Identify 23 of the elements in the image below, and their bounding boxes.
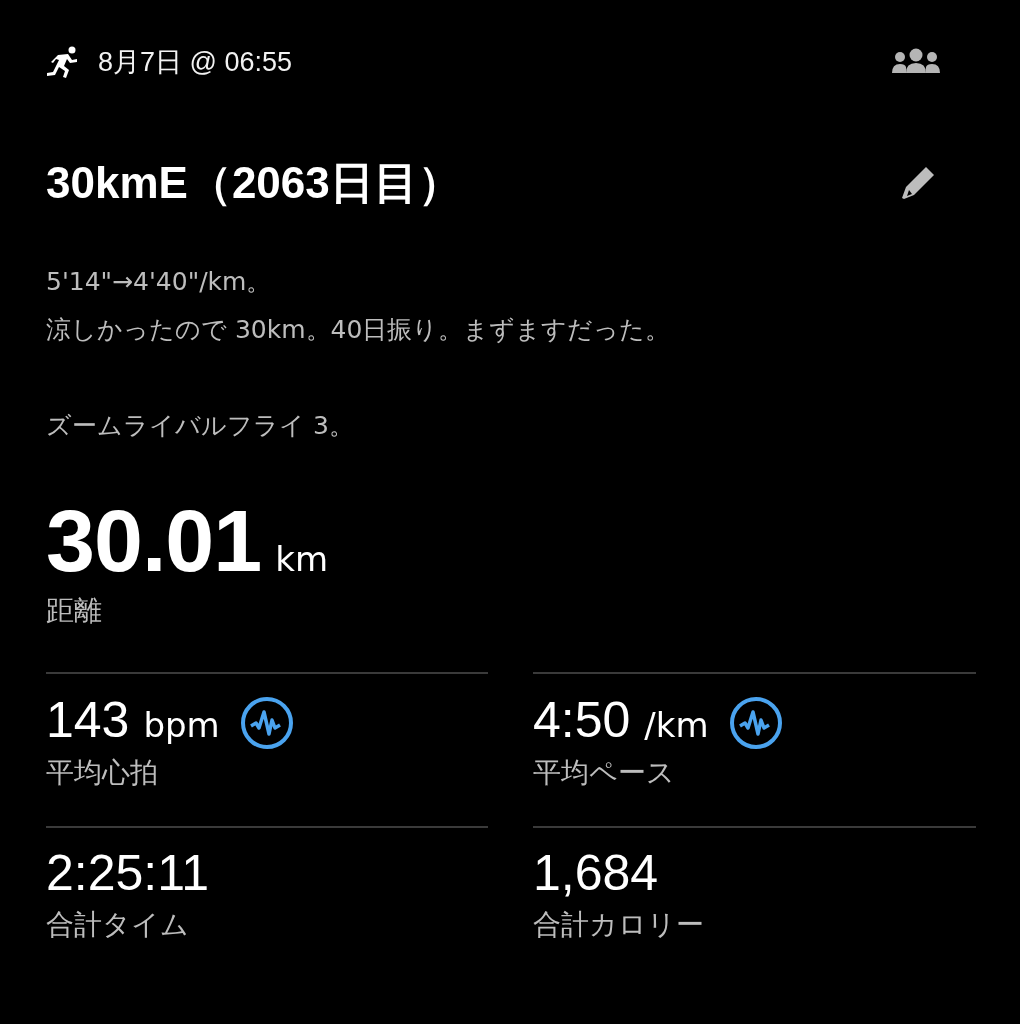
stat-label: 平均ペース [533,755,676,791]
activity-datetime: 8月7日 @ 06:55 [98,46,292,79]
stat-label: 平均心拍 [46,755,159,791]
description-line: 涼しかったので 30km。40日振り。まずますだった。 [46,314,672,346]
description-line: 5'14"→4'40"/km。 [46,266,273,298]
stat-value: 2:25:11 [46,844,210,902]
running-person-icon [46,46,80,78]
stat-unit: bpm [143,705,220,745]
distance-value: 30.01 [46,490,262,592]
heart-rate-icon[interactable] [239,696,294,750]
distance-unit: km [275,539,329,579]
stat-value: 143 [46,691,130,749]
stat-label: 合計タイム [46,907,190,943]
activity-title: 30kmE（2063日目） [46,156,463,209]
stat-value: 4:50 [533,691,631,749]
pencil-icon[interactable] [900,165,936,201]
stat-unit: /km [644,705,709,745]
stat-value: 1,684 [533,844,659,902]
group-icon[interactable] [890,48,942,76]
stat-label: 合計カロリー [533,907,705,943]
heart-rate-icon[interactable] [728,696,783,750]
distance-label: 距離 [46,593,103,629]
description-line: ズームライバルフライ 3。 [46,410,355,442]
